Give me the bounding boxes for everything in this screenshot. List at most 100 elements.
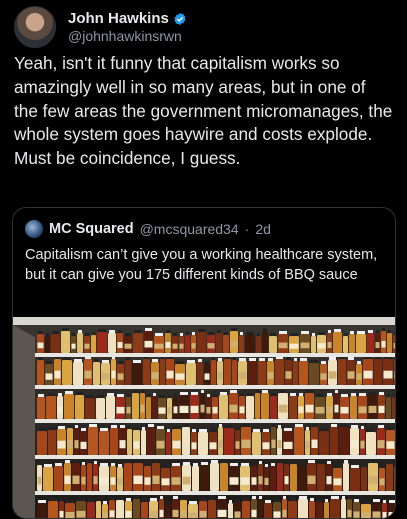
bottle-label xyxy=(65,512,75,518)
bottle-label xyxy=(191,442,197,450)
sauce-bottle xyxy=(54,466,63,491)
bottle-cap xyxy=(134,330,142,333)
bottle-cap xyxy=(348,496,351,499)
quoted-tweet-image[interactable] xyxy=(13,317,395,518)
sauce-bottle xyxy=(317,464,325,491)
bottle-label xyxy=(278,342,288,349)
sauce-bottle xyxy=(248,361,257,385)
bottle-cap xyxy=(88,460,91,463)
bottle-cap xyxy=(217,330,221,333)
bottle-label xyxy=(289,343,299,349)
bottle-cap xyxy=(118,361,123,364)
bottle-cap xyxy=(242,424,250,427)
bottle-label xyxy=(117,342,123,348)
bottle-cap xyxy=(268,358,273,361)
bottle-cap xyxy=(257,333,260,336)
bottle-cap xyxy=(341,394,348,397)
bottle-label xyxy=(133,441,140,449)
author-handle[interactable]: @johnhawkinsrwn xyxy=(68,28,187,45)
bottle-cap xyxy=(134,496,139,499)
bottle-cap xyxy=(201,462,208,465)
bottle-cap xyxy=(82,462,85,465)
bottle-cap xyxy=(111,463,115,466)
bottle-cap xyxy=(183,462,190,465)
bottle-cap xyxy=(259,358,265,361)
bottle-label xyxy=(111,370,116,379)
quoted-author-name[interactable]: MC Squared xyxy=(49,221,134,237)
bottle-label xyxy=(149,510,158,518)
sauce-bottle xyxy=(37,360,44,385)
bottle-label xyxy=(57,440,66,449)
bottle-cap xyxy=(310,360,318,363)
sauce-bottle xyxy=(208,500,216,518)
sauce-bottle xyxy=(299,361,308,385)
bottle-label xyxy=(133,475,143,484)
sauce-bottle xyxy=(197,332,206,353)
bottle-label xyxy=(328,371,337,379)
bottle-cap xyxy=(187,360,195,363)
sauce-bottle xyxy=(160,359,165,385)
bottle-cap xyxy=(208,332,214,335)
quoted-time[interactable]: 2d xyxy=(255,221,271,237)
bottle-label xyxy=(368,405,377,413)
author-name[interactable]: John Hawkins xyxy=(68,10,169,28)
bottle-label xyxy=(37,342,44,349)
bottle-cap xyxy=(236,427,239,430)
sauce-bottle xyxy=(269,336,277,353)
bottle-cap xyxy=(89,424,97,427)
bottle-cap xyxy=(218,358,222,361)
bottle-label xyxy=(315,406,325,414)
bottle-cap xyxy=(52,331,59,334)
bottle-cap xyxy=(348,357,354,360)
sauce-bottle xyxy=(87,502,95,518)
bottle-label xyxy=(241,439,251,448)
bottle-label xyxy=(161,478,170,486)
bottle-cap xyxy=(246,332,254,335)
sauce-bottle xyxy=(252,432,261,455)
bottle-cap xyxy=(294,358,297,361)
bottle-cap xyxy=(383,500,386,503)
bottle-label xyxy=(125,510,132,518)
shelf-edge xyxy=(35,385,395,389)
bottle-label xyxy=(119,440,126,449)
avatar[interactable] xyxy=(14,6,56,48)
bottle-cap xyxy=(207,394,210,397)
bottle-cap xyxy=(191,392,198,395)
bottle-cap xyxy=(180,392,188,395)
quoted-author-handle[interactable]: @mcsquared34 xyxy=(140,221,239,237)
bottle-cap xyxy=(361,426,364,429)
bottle-label xyxy=(278,404,288,413)
bottle-cap xyxy=(274,499,280,502)
bottle-label xyxy=(393,343,395,349)
bottle-label xyxy=(84,370,92,379)
quoted-tweet-card[interactable]: MC Squared @mcsquared34 · 2d Capitalism … xyxy=(12,207,396,519)
shelf-edge xyxy=(35,419,395,423)
bottle-cap xyxy=(284,428,292,431)
sauce-bottle xyxy=(324,502,329,518)
bottle-label xyxy=(126,406,131,414)
bottle-label xyxy=(358,406,367,414)
bottle-label xyxy=(175,373,185,380)
bottle-label xyxy=(199,510,207,518)
bottle-cap xyxy=(387,427,394,430)
bottle-label xyxy=(356,373,362,380)
sauce-bottle xyxy=(141,430,146,455)
shelf-edge xyxy=(35,491,395,495)
quoted-avatar[interactable] xyxy=(25,220,43,238)
bottle-cap xyxy=(192,429,196,432)
bottle-cap xyxy=(312,424,317,427)
bottle-label xyxy=(320,373,327,380)
bottle-label xyxy=(383,370,393,379)
bottle-cap xyxy=(252,463,256,466)
sauce-bottle xyxy=(255,393,260,419)
sauce-bottle xyxy=(330,499,340,518)
bottle-cap xyxy=(47,393,55,396)
bottle-cap xyxy=(382,328,385,331)
bottle-label xyxy=(102,512,108,518)
bottle-label xyxy=(45,373,53,380)
sauce-bottle xyxy=(88,427,98,455)
bottle-cap xyxy=(340,424,348,427)
bottle-label xyxy=(72,475,80,484)
bottle-cap xyxy=(256,390,259,393)
bottle-label xyxy=(282,509,287,517)
